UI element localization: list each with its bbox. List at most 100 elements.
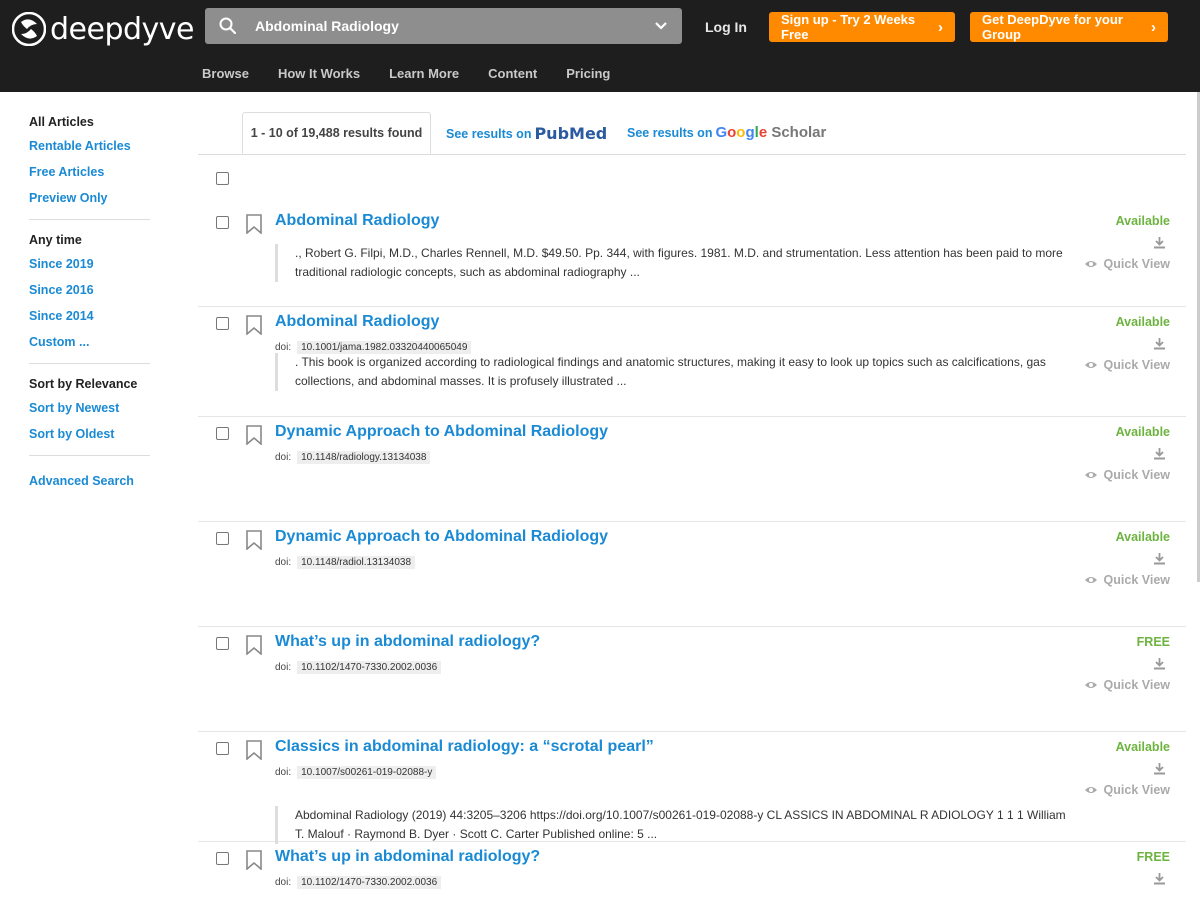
availability-badge: Available	[1115, 530, 1170, 544]
filter-rentable-articles[interactable]: Rentable Articles	[29, 133, 150, 159]
result-checkbox[interactable]	[216, 317, 229, 330]
search-input[interactable]	[255, 8, 635, 44]
quick-view-label: Quick View	[1103, 783, 1170, 797]
eye-icon	[1084, 577, 1097, 583]
quick-view-label: Quick View	[1103, 573, 1170, 587]
pubmed-prefix: See results on	[446, 126, 532, 141]
results-tabs: 1 - 10 of 19,488 results found See resul…	[198, 112, 1186, 155]
main-nav: Browse How It Works Learn More Content P…	[202, 66, 639, 81]
filter-preview-only[interactable]: Preview Only	[29, 185, 150, 211]
quick-view-button[interactable]: Quick View	[1084, 678, 1170, 692]
doi-value: 10.1007/s00261-019-02088-y	[297, 766, 437, 779]
scholar-wordmark: Scholar	[771, 124, 827, 141]
download-icon[interactable]	[1153, 552, 1166, 565]
result-title[interactable]: What’s up in abdominal radiology?	[275, 848, 540, 866]
availability-badge: Available	[1115, 740, 1170, 754]
sort-oldest[interactable]: Sort by Oldest	[29, 421, 150, 447]
filter-free-articles[interactable]: Free Articles	[29, 159, 150, 185]
result-snippet: ., Robert G. Filpi, M.D., Charles Rennel…	[275, 244, 1070, 282]
filter-custom[interactable]: Custom ...	[29, 329, 150, 355]
result-row: Dynamic Approach to Abdominal Radiology d…	[198, 522, 1186, 627]
download-icon[interactable]	[1153, 447, 1166, 460]
result-checkbox[interactable]	[216, 742, 229, 755]
bookmark-icon[interactable]	[245, 740, 263, 760]
sort-newest[interactable]: Sort by Newest	[29, 395, 150, 421]
result-checkbox[interactable]	[216, 532, 229, 545]
result-title[interactable]: Dynamic Approach to Abdominal Radiology	[275, 528, 608, 546]
quick-view-label: Quick View	[1103, 678, 1170, 692]
doi-row: doi: 10.1007/s00261-019-02088-y	[275, 766, 437, 779]
filter-since-2019[interactable]: Since 2019	[29, 251, 150, 277]
advanced-search-link[interactable]: Advanced Search	[29, 468, 150, 494]
nav-content[interactable]: Content	[488, 66, 537, 81]
result-title[interactable]: Classics in abdominal radiology: a “scro…	[275, 738, 654, 756]
bookmark-icon[interactable]	[245, 315, 263, 335]
bookmark-icon[interactable]	[245, 530, 263, 550]
result-title[interactable]: What’s up in abdominal radiology?	[275, 633, 540, 651]
filter-all-articles[interactable]: All Articles	[29, 114, 150, 130]
result-title[interactable]: Abdominal Radiology	[275, 212, 439, 230]
eye-icon	[1084, 362, 1097, 368]
login-link[interactable]: Log In	[705, 19, 747, 35]
doi-row: doi: 10.1102/1470-7330.2002.0036	[275, 661, 442, 674]
logo-text: deepdyve	[50, 11, 195, 47]
filter-since-2016[interactable]: Since 2016	[29, 277, 150, 303]
filter-since-2014[interactable]: Since 2014	[29, 303, 150, 329]
quick-view-button[interactable]: Quick View	[1084, 573, 1170, 587]
logo-icon	[12, 12, 46, 46]
nav-how-it-works[interactable]: How It Works	[278, 66, 360, 81]
doi-label: doi:	[275, 877, 292, 888]
search-icon[interactable]	[219, 17, 237, 35]
doi-row: doi: 10.1102/1470-7330.2002.0036	[275, 876, 442, 889]
bookmark-icon[interactable]	[245, 425, 263, 445]
download-icon[interactable]	[1153, 872, 1166, 885]
availability-badge: Available	[1115, 425, 1170, 439]
tab-google-scholar[interactable]: See results on Google Scholar	[627, 124, 826, 141]
quick-view-button[interactable]: Quick View	[1084, 257, 1170, 271]
google-wordmark: Google	[715, 124, 768, 141]
quick-view-button[interactable]: Quick View	[1084, 783, 1170, 797]
tab-results-count[interactable]: 1 - 10 of 19,488 results found	[242, 112, 431, 154]
result-snippet: . This book is organized according to ra…	[275, 353, 1070, 391]
sort-options: Sort by Relevance Sort by Newest Sort by…	[29, 376, 150, 456]
bookmark-icon[interactable]	[245, 214, 263, 234]
download-icon[interactable]	[1153, 762, 1166, 775]
result-checkbox[interactable]	[216, 637, 229, 650]
doi-label: doi:	[275, 342, 292, 353]
tab-pubmed[interactable]: See results on PubMed	[446, 124, 607, 143]
result-title[interactable]: Abdominal Radiology	[275, 313, 439, 331]
pubmed-logo: PubMed	[534, 124, 608, 143]
doi-value: 10.1148/radiol.13134038	[297, 556, 416, 569]
nav-learn-more[interactable]: Learn More	[389, 66, 459, 81]
filter-any-time[interactable]: Any time	[29, 232, 150, 248]
top-header: deepdyve Log In Sign up - Try 2 Weeks Fr…	[0, 0, 1200, 92]
download-icon[interactable]	[1153, 337, 1166, 350]
signup-button[interactable]: Sign up - Try 2 Weeks Free ›	[769, 12, 955, 42]
result-row: Classics in abdominal radiology: a “scro…	[198, 732, 1186, 844]
group-label: Get DeepDyve for your Group	[982, 12, 1123, 42]
result-checkbox[interactable]	[216, 216, 229, 229]
sort-relevance[interactable]: Sort by Relevance	[29, 376, 150, 392]
chevron-down-icon[interactable]	[654, 19, 668, 33]
nav-pricing[interactable]: Pricing	[566, 66, 610, 81]
eye-icon	[1084, 787, 1097, 793]
doi-label: doi:	[275, 767, 292, 778]
bookmark-icon[interactable]	[245, 850, 263, 870]
eye-icon	[1084, 472, 1097, 478]
result-title[interactable]: Dynamic Approach to Abdominal Radiology	[275, 423, 608, 441]
nav-browse[interactable]: Browse	[202, 66, 249, 81]
quick-view-button[interactable]: Quick View	[1084, 468, 1170, 482]
result-checkbox[interactable]	[216, 852, 229, 865]
results-list: Abdominal Radiology ., Robert G. Filpi, M…	[198, 206, 1186, 902]
group-button[interactable]: Get DeepDyve for your Group ›	[970, 12, 1168, 42]
quick-view-button[interactable]: Quick View	[1084, 358, 1170, 372]
doi-label: doi:	[275, 662, 292, 673]
bookmark-icon[interactable]	[245, 635, 263, 655]
result-row: What’s up in abdominal radiology? doi: 10.…	[198, 627, 1186, 732]
deepdyve-logo[interactable]: deepdyve	[12, 11, 195, 47]
result-checkbox[interactable]	[216, 427, 229, 440]
select-all-checkbox[interactable]	[216, 172, 229, 185]
result-row: Abdominal Radiology ., Robert G. Filpi, M…	[198, 206, 1186, 307]
download-icon[interactable]	[1153, 657, 1166, 670]
download-icon[interactable]	[1153, 236, 1166, 249]
